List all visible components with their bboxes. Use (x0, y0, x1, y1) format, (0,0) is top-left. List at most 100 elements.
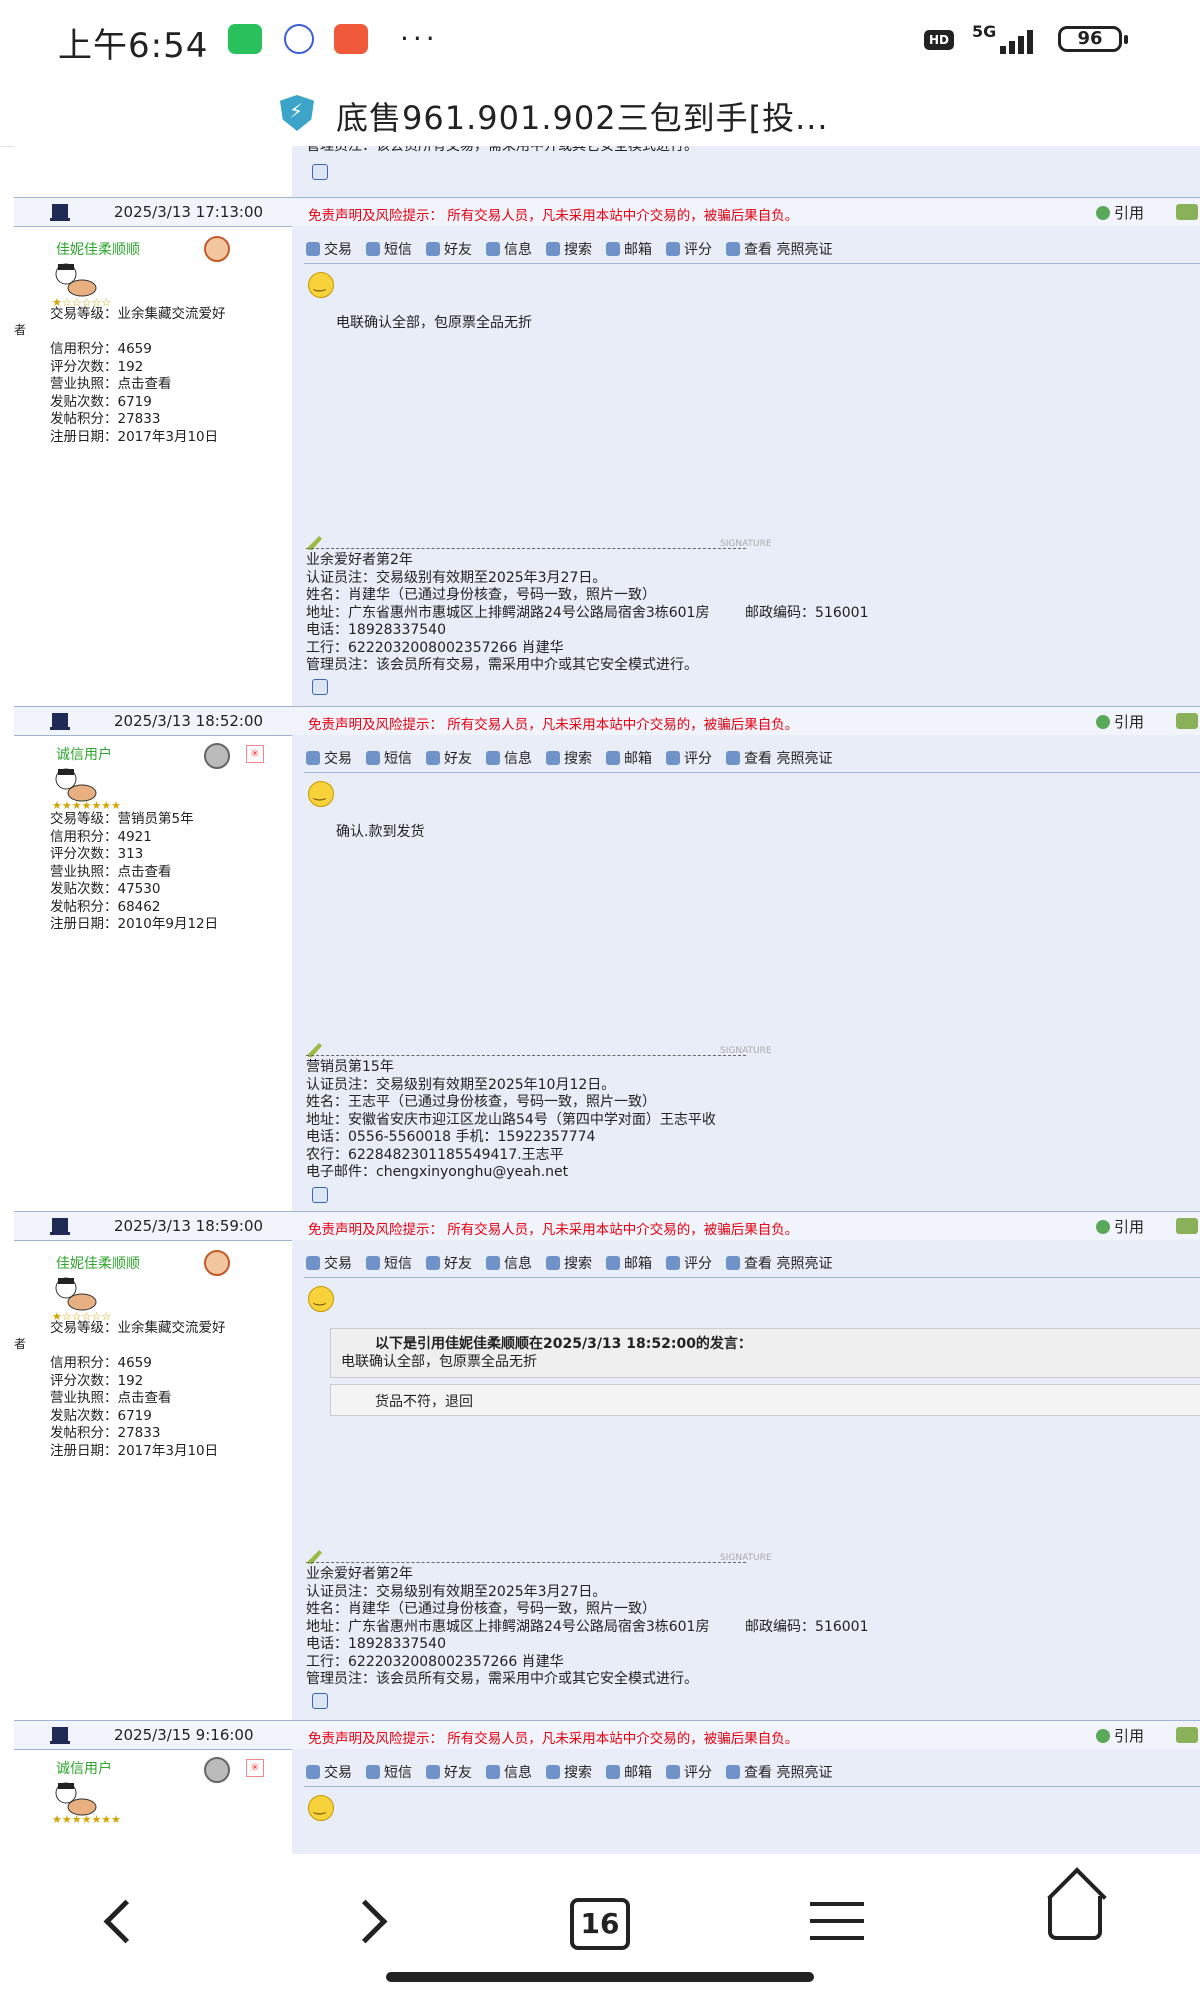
toolbar-sms[interactable]: 短信 (366, 1765, 412, 1781)
face-icon (204, 1250, 230, 1276)
toolbar-info[interactable]: 信息 (486, 751, 532, 767)
toolbar-rate[interactable]: 评分 (666, 1765, 712, 1781)
toolbar-trade[interactable]: 交易 (306, 751, 352, 767)
user-info: 佳妮佳柔顺顺 ★☆☆☆☆☆ 交易等级：业余集藏交流爱好 信用积分：4659 评分… (14, 226, 292, 706)
toolbar-search[interactable]: 搜索 (546, 1256, 592, 1272)
computer-icon (50, 1727, 70, 1744)
post-toolbar: 交易 短信 好友 信息 搜索 邮箱 评分 查看 亮照亮证 (306, 239, 846, 259)
toolbar-friend[interactable]: 好友 (426, 242, 472, 258)
clock: 上午6:54 (58, 26, 209, 66)
post-header: 2025/3/13 17:13:00 免责声明及风险提示： 所有交易人员，凡未采… (14, 197, 1200, 227)
edit-icon[interactable] (1176, 1218, 1198, 1234)
toolbar-search[interactable]: 搜索 (546, 751, 592, 767)
toolbar-view[interactable]: 查看 亮照亮证 (726, 751, 832, 767)
menu-icon[interactable] (810, 1902, 864, 1953)
toolbar-divider (304, 772, 1200, 773)
quote-text: 电联确认全部，包原票全品无折 (341, 1354, 537, 1370)
toolbar-mail[interactable]: 邮箱 (606, 751, 652, 767)
quote-button[interactable]: 引用 (1096, 202, 1144, 223)
smile-icon (308, 1286, 334, 1312)
browser-nav-bar: 16 (0, 1854, 1200, 2000)
toolbar-trade[interactable]: 交易 (306, 242, 352, 258)
toolbar-friend[interactable]: 好友 (426, 751, 472, 767)
post-header: 2025/3/13 18:59:00 免责声明及风险提示： 所有交易人员，凡未采… (14, 1211, 1200, 1241)
toolbar-rate[interactable]: 评分 (666, 751, 712, 767)
smile-icon (308, 781, 334, 807)
edit-icon[interactable] (1176, 713, 1198, 729)
toolbar-sms[interactable]: 短信 (366, 242, 412, 258)
smile-icon (308, 1795, 334, 1821)
toolbar-mail[interactable]: 邮箱 (606, 242, 652, 258)
signature-divider (306, 548, 746, 549)
toolbar-info[interactable]: 信息 (486, 1256, 532, 1272)
signature-label: SIGNATURE (720, 1046, 772, 1056)
toolbar-divider (304, 263, 1200, 264)
username-link[interactable]: 佳妮佳柔顺顺 (56, 242, 140, 260)
post-body: 交易 短信 好友 信息 搜索 邮箱 评分 查看 亮照亮证 (292, 1749, 1200, 1854)
post-toolbar: 交易 短信 好友 信息 搜索 邮箱 评分 查看 亮照亮证 (306, 1253, 846, 1273)
quote-label: 引用 (1114, 204, 1145, 222)
toolbar-rate[interactable]: 评分 (666, 242, 712, 258)
toolbar-trade[interactable]: 交易 (306, 1256, 352, 1272)
username-link[interactable]: 佳妮佳柔顺顺 (56, 1256, 140, 1274)
edit-icon[interactable] (1176, 1727, 1198, 1743)
post-content: 确认.款到发货 (336, 824, 425, 840)
post-toolbar: 交易 短信 好友 信息 搜索 邮箱 评分 查看 亮照亮证 (306, 748, 846, 768)
home-icon[interactable] (1048, 1896, 1102, 1940)
signature-text: 营销员第15年 认证员注：交易级别有效期至2025年10月12日。 姓名：王志平… (306, 1059, 716, 1180)
risk-warning: 免责声明及风险提示： 所有交易人员，凡未采用本站中介交易的，被骗后果自负。 (308, 1731, 799, 1747)
magnify-icon[interactable] (312, 164, 328, 180)
back-icon[interactable] (103, 1899, 148, 1944)
toolbar-info[interactable]: 信息 (486, 242, 532, 258)
quote-button[interactable]: 引用 (1096, 1725, 1144, 1746)
post-body-partial: 管理员注：该会员所有交易，需采用中介或其它安全模式进行。 (292, 146, 1200, 197)
baidu-icon (284, 24, 314, 54)
toolbar-divider (304, 1277, 1200, 1278)
quote-button[interactable]: 引用 (1096, 711, 1144, 732)
wechat-icon (228, 24, 262, 54)
face-icon (204, 1757, 230, 1783)
quote-icon (1096, 1220, 1110, 1234)
quote-icon (1096, 206, 1110, 220)
gesture-handle[interactable] (386, 1972, 814, 1982)
post-date: 2025/3/13 18:52:00 (114, 712, 264, 730)
computer-icon (50, 204, 70, 221)
add-icon[interactable]: ✳ (246, 745, 264, 763)
add-icon[interactable]: ✳ (246, 1759, 264, 1777)
toolbar-sms[interactable]: 短信 (366, 751, 412, 767)
risk-warning: 免责声明及风险提示： 所有交易人员，凡未采用本站中介交易的，被骗后果自负。 (308, 717, 799, 733)
toolbar-view[interactable]: 查看 亮照亮证 (726, 242, 832, 258)
toolbar-sms[interactable]: 短信 (366, 1256, 412, 1272)
user-info: 诚信用户 ✳ ★★★★★★★ 交易等级：营销员第5年 信用积分：4921 评分次… (14, 735, 292, 1211)
post-content: 货品不符，退回 (375, 1394, 473, 1410)
toolbar-friend[interactable]: 好友 (426, 1765, 472, 1781)
post-body: 交易短信好友信息搜索邮箱评分查看 亮照亮证 电联确认全部，包原票全品无折 SIG… (292, 226, 1200, 706)
computer-icon (50, 1218, 70, 1235)
toolbar-search[interactable]: 搜索 (546, 242, 592, 258)
forward-icon[interactable] (343, 1899, 388, 1944)
quote-label: 引用 (1114, 713, 1145, 731)
toolbar-search[interactable]: 搜索 (546, 1765, 592, 1781)
magnify-icon[interactable] (312, 679, 328, 695)
face-icon (204, 743, 230, 769)
magnify-icon[interactable] (312, 1187, 328, 1203)
magnify-icon[interactable] (312, 1693, 328, 1709)
username-link[interactable]: 诚信用户 (56, 1761, 112, 1779)
toolbar-mail[interactable]: 邮箱 (606, 1765, 652, 1781)
edit-icon[interactable] (1176, 204, 1198, 220)
reply-box: 货品不符，退回 (330, 1384, 1200, 1416)
toolbar-trade[interactable]: 交易 (306, 1765, 352, 1781)
quote-button[interactable]: 引用 (1096, 1216, 1144, 1237)
toolbar-view[interactable]: 查看 亮照亮证 (726, 1256, 832, 1272)
tabs-button[interactable]: 16 (570, 1898, 630, 1950)
toolbar-info[interactable]: 信息 (486, 1765, 532, 1781)
toolbar-mail[interactable]: 邮箱 (606, 1256, 652, 1272)
username-link[interactable]: 诚信用户 (56, 747, 112, 765)
toolbar-rate[interactable]: 评分 (666, 1256, 712, 1272)
app-icon (334, 24, 368, 54)
toolbar-view[interactable]: 查看 亮照亮证 (726, 1765, 832, 1781)
computer-icon (50, 713, 70, 730)
toolbar-friend[interactable]: 好友 (426, 1256, 472, 1272)
user-info: 佳妮佳柔顺顺 ★☆☆☆☆☆ 交易等级：业余集藏交流爱好 信用积分：4659 评分… (14, 1240, 292, 1720)
risk-warning: 免责声明及风险提示： 所有交易人员，凡未采用本站中介交易的，被骗后果自负。 (308, 208, 799, 224)
